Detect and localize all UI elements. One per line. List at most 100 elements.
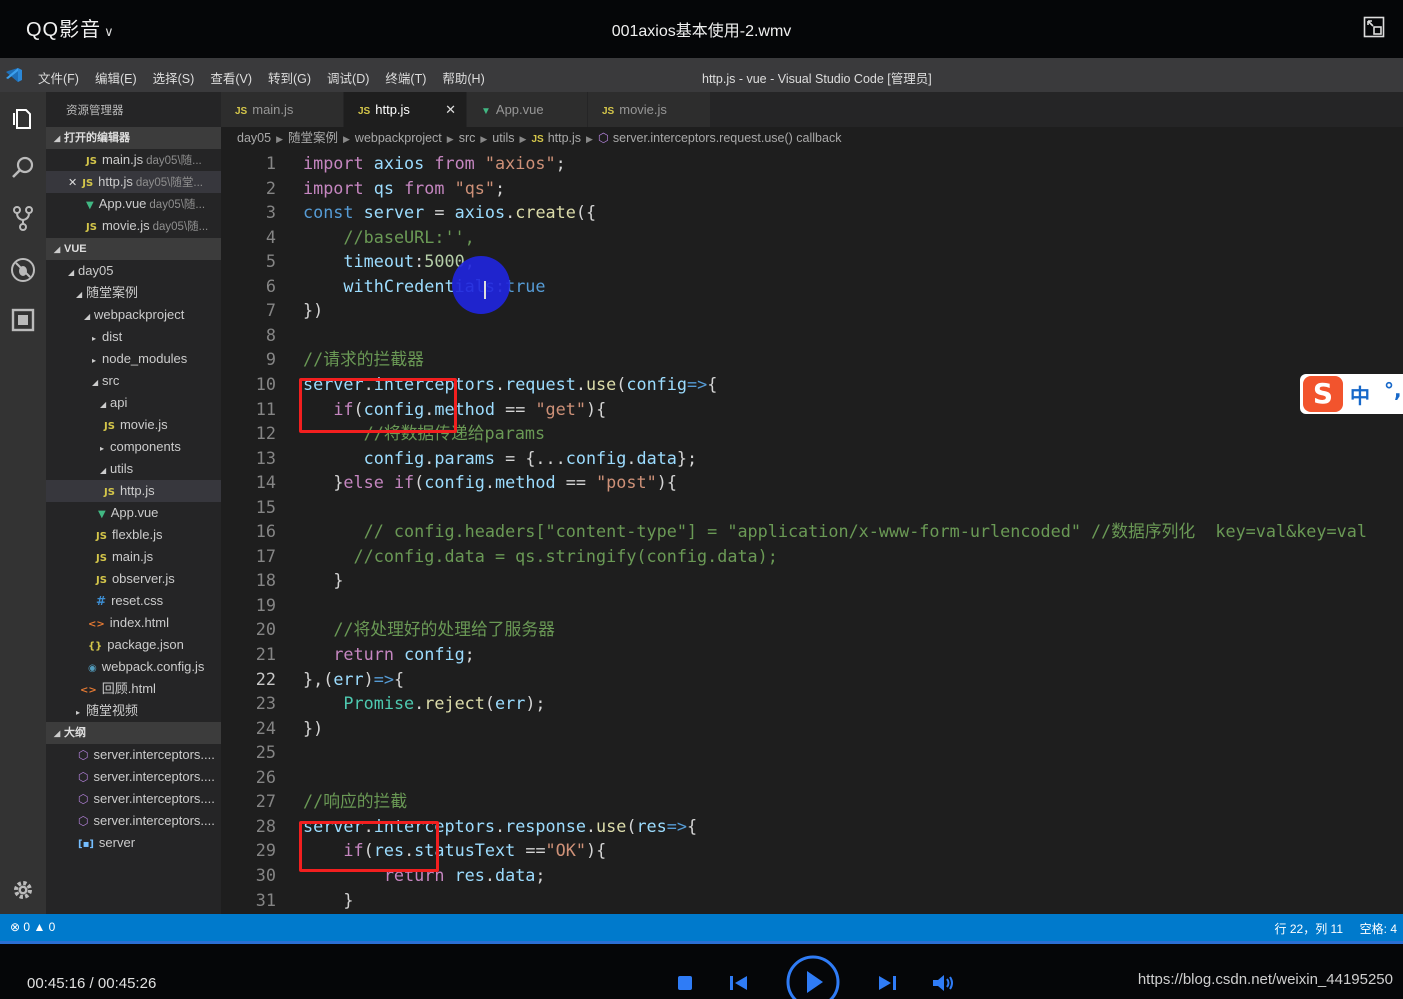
tree-folder[interactable]: ◢ day05 — [46, 260, 221, 282]
tab-app-vue[interactable]: ▼ App.vue — [467, 92, 587, 127]
tree-file[interactable]: <> index.html — [46, 612, 221, 634]
volume-icon[interactable] — [932, 974, 956, 992]
code-line[interactable]: 21 return config; — [221, 642, 1403, 667]
code-line[interactable]: 15 — [221, 495, 1403, 520]
tree-folder[interactable]: ◢ webpackproject — [46, 304, 221, 326]
tree-folder[interactable]: ▸ dist — [46, 326, 221, 348]
code-line[interactable]: 19 — [221, 593, 1403, 618]
tab-movie-js[interactable]: JS movie.js — [588, 92, 710, 127]
tree-file[interactable]: JS main.js — [46, 546, 221, 568]
code-line[interactable]: 1 import axios from "axios"; — [221, 151, 1403, 176]
code-line[interactable]: 2 import qs from "qs"; — [221, 176, 1403, 201]
tree-file[interactable]: JS movie.js — [46, 414, 221, 436]
code-line[interactable]: 17 //config.data = qs.stringify(config.d… — [221, 544, 1403, 569]
tree-file[interactable]: {} package.json — [46, 634, 221, 656]
outline-item[interactable]: ⬡ server.interceptors.... — [46, 766, 221, 788]
code-line[interactable]: 4 //baseURL:'', — [221, 225, 1403, 250]
ime-punct-label[interactable]: °, — [1384, 378, 1402, 402]
tree-folder[interactable]: ▸ components — [46, 436, 221, 458]
tab-http-js[interactable]: JS http.js ✕ — [344, 92, 466, 127]
code-line[interactable]: 8 — [221, 323, 1403, 348]
tree-folder[interactable]: ◢ 随堂案例 — [46, 282, 221, 304]
code-line[interactable]: 25 — [221, 740, 1403, 765]
menu-selection[interactable]: 选择(S) — [153, 68, 195, 87]
code-line[interactable]: 7}) — [221, 298, 1403, 323]
chevron-right-icon: ▶ — [446, 134, 454, 144]
indentation[interactable]: 空格: 4 — [1360, 920, 1397, 937]
problems-indicator[interactable]: ⊗ 0 ▲ 0 — [10, 920, 55, 934]
play-button[interactable] — [786, 955, 840, 999]
code-line[interactable]: 31 } — [221, 888, 1403, 913]
code-line[interactable]: 5 timeout:5000, — [221, 249, 1403, 274]
code-line[interactable]: 6 withCredentials:true — [221, 274, 1403, 299]
open-editor-item[interactable]: ✕ JS http.js day05\随堂... — [46, 171, 221, 193]
ime-mode-label[interactable]: 中 — [1350, 380, 1370, 409]
tree-folder[interactable]: ▸ 随堂视频 — [46, 700, 221, 722]
debug-icon[interactable] — [9, 256, 37, 284]
code-line[interactable]: 24}) — [221, 716, 1403, 741]
breadcrumb-item[interactable]: src — [459, 131, 476, 145]
breadcrumb-item[interactable]: utils — [492, 131, 514, 145]
menu-debug[interactable]: 调试(D) — [327, 68, 369, 87]
tree-folder[interactable]: ◢ src — [46, 370, 221, 392]
menu-go[interactable]: 转到(G) — [268, 68, 311, 87]
tree-folder[interactable]: ▸ node_modules — [46, 348, 221, 370]
breadcrumb-item[interactable]: 随堂案例 — [288, 131, 338, 145]
tree-file[interactable]: ▼ App.vue — [46, 502, 221, 524]
code-line[interactable]: 14 }else if(config.method == "post"){ — [221, 470, 1403, 495]
code-line[interactable]: 20 //将处理好的处理给了服务器 — [221, 617, 1403, 642]
tree-file[interactable]: JS observer.js — [46, 568, 221, 590]
extensions-icon[interactable] — [9, 306, 37, 334]
next-icon[interactable] — [877, 975, 897, 991]
tree-file[interactable]: # reset.css — [46, 590, 221, 612]
previous-icon[interactable] — [729, 975, 749, 991]
cursor-position[interactable]: 行 22，列 11 — [1275, 920, 1343, 937]
menu-file[interactable]: 文件(F) — [38, 68, 79, 87]
menu-terminal[interactable]: 终端(T) — [385, 68, 426, 87]
code-line[interactable]: 3 const server = axios.create({ — [221, 200, 1403, 225]
breadcrumb-item[interactable]: webpackproject — [355, 131, 442, 145]
close-tab-icon[interactable]: ✕ — [445, 92, 456, 127]
open-editors-section[interactable]: ◢ 打开的编辑器 — [46, 127, 221, 149]
breadcrumb-item[interactable]: http.js — [548, 131, 581, 145]
code-line[interactable]: 16 // config.headers["content-type"] = "… — [221, 519, 1403, 544]
open-editor-item[interactable]: ▼ App.vue day05\随... — [46, 193, 221, 215]
outline-item[interactable]: ⬡ server.interceptors.... — [46, 810, 221, 832]
open-editor-item[interactable]: JS movie.js day05\随... — [46, 215, 221, 237]
menu-edit[interactable]: 编辑(E) — [95, 68, 137, 87]
tree-file[interactable]: JS flexble.js — [46, 524, 221, 546]
code-line[interactable]: 23 Promise.reject(err); — [221, 691, 1403, 716]
ime-toolbar[interactable]: S 中 °, — [1300, 374, 1403, 414]
tree-file-active[interactable]: JS http.js — [46, 480, 221, 502]
close-icon[interactable]: ✕ — [68, 177, 77, 189]
breadcrumb-item[interactable]: server.interceptors.request.use() callba… — [613, 131, 842, 145]
stop-icon[interactable] — [677, 975, 693, 991]
vue-folder-section[interactable]: ◢ VUE — [46, 238, 221, 260]
explorer-icon[interactable] — [9, 104, 37, 132]
open-editor-item[interactable]: JS main.js day05\随... — [46, 149, 221, 171]
outline-item[interactable]: ⬡ server.interceptors.... — [46, 788, 221, 810]
code-line[interactable]: 26 — [221, 765, 1403, 790]
menu-help[interactable]: 帮助(H) — [442, 68, 484, 87]
code-line[interactable]: 18 } — [221, 568, 1403, 593]
tab-main-js[interactable]: JS main.js — [221, 92, 343, 127]
gear-icon[interactable] — [9, 876, 37, 904]
tree-folder[interactable]: ◢ api — [46, 392, 221, 414]
code-line[interactable]: 27 //响应的拦截 — [221, 789, 1403, 814]
code-line[interactable]: 9 //请求的拦截器 — [221, 347, 1403, 372]
code-line[interactable]: 22},(err)=>{ — [221, 667, 1403, 692]
tree-file[interactable]: <> 回顾.html — [46, 678, 221, 700]
progress-bar[interactable] — [0, 941, 1403, 944]
mini-mode-icon[interactable] — [1363, 16, 1385, 38]
breadcrumb-item[interactable]: day05 — [237, 131, 271, 145]
outline-item[interactable]: ⬡ server.interceptors.... — [46, 744, 221, 766]
menu-view[interactable]: 查看(V) — [210, 68, 252, 87]
source-control-icon[interactable] — [9, 204, 37, 232]
tree-folder[interactable]: ◢ utils — [46, 458, 221, 480]
outline-item[interactable]: [▪] server — [46, 832, 221, 854]
outline-section[interactable]: ◢ 大纲 — [46, 722, 221, 744]
code-line[interactable]: 13 config.params = {...config.data}; — [221, 446, 1403, 471]
code-editor[interactable]: 31 } 30 return res.data; 29 if(res.statusT… — [221, 149, 1403, 914]
search-icon[interactable] — [9, 154, 37, 182]
tree-file[interactable]: ◉ webpack.config.js — [46, 656, 221, 678]
